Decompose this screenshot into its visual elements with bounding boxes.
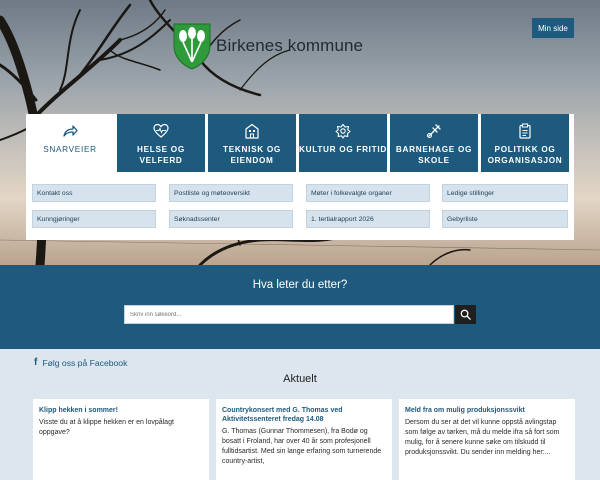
shortcut-links: Kontakt oss Postliste og møteoversikt Mø… bbox=[26, 172, 574, 240]
facebook-label: Følg oss på Facebook bbox=[42, 357, 128, 368]
category-tabs: SNARVEIER HELSE OG VELFERD TEKNISK OG EI… bbox=[26, 114, 574, 172]
clipboard-icon bbox=[519, 123, 531, 139]
share-arrow-icon bbox=[63, 125, 78, 137]
search-title: Hva leter du etter? bbox=[252, 279, 348, 291]
link-kontakt-oss[interactable]: Kontakt oss bbox=[32, 184, 156, 202]
tab-label: POLITIKK OG ORGANISASJON bbox=[487, 145, 563, 165]
link-postliste[interactable]: Postliste og møteoversikt bbox=[169, 184, 293, 202]
link-kunngjoringer[interactable]: Kunngjøringer bbox=[32, 210, 156, 228]
tab-label: KULTUR OG FRITID bbox=[299, 145, 387, 154]
search-icon bbox=[460, 309, 471, 320]
navigation-panel: SNARVEIER HELSE OG VELFERD TEKNISK OG EI… bbox=[26, 114, 574, 240]
coat-of-arms-icon bbox=[173, 23, 211, 70]
news-card-title[interactable]: Countrykonsert med G. Thomas ved Aktivit… bbox=[222, 406, 386, 424]
logo-text: Birkenes kommune bbox=[216, 36, 364, 55]
heart-pulse-icon bbox=[153, 123, 169, 138]
link-ledige-stillinger[interactable]: Ledige stillinger bbox=[442, 184, 568, 202]
tab-label: TEKNISK OG EIENDOM bbox=[223, 145, 281, 165]
tab-politikk-og-organisasjon[interactable]: POLITIKK OG ORGANISASJON bbox=[481, 114, 569, 172]
tab-helse-og-velferd[interactable]: HELSE OG VELFERD bbox=[117, 114, 205, 172]
tab-teknisk-og-eiendom[interactable]: TEKNISK OG EIENDOM bbox=[208, 114, 296, 172]
news-heading: Aktuelt bbox=[283, 373, 317, 385]
tab-label: HELSE OG VELFERD bbox=[137, 145, 185, 165]
building-icon bbox=[245, 123, 259, 139]
toy-icon bbox=[426, 124, 441, 139]
link-soknadssenter[interactable]: Søknadssenter bbox=[169, 210, 293, 228]
news-card-title[interactable]: Meld fra om mulig produksjonssvikt bbox=[405, 406, 569, 415]
facebook-icon: f bbox=[34, 357, 38, 368]
search-input[interactable] bbox=[124, 305, 454, 324]
tab-kultur-og-fritid[interactable]: KULTUR OG FRITID bbox=[299, 114, 387, 172]
news-card-body: Visste du at å klippe hekken er en lovpå… bbox=[39, 419, 174, 436]
tab-snarveier[interactable]: SNARVEIER bbox=[26, 114, 114, 172]
news-card[interactable]: Klipp hekken i sommer! Visste du at å kl… bbox=[33, 399, 209, 480]
tab-barnehage-og-skole[interactable]: BARNEHAGE OG SKOLE bbox=[390, 114, 478, 172]
news-card[interactable]: Meld fra om mulig produksjonssvikt Derso… bbox=[399, 399, 575, 480]
news-card-title[interactable]: Klipp hekken i sommer! bbox=[39, 406, 203, 415]
news-card[interactable]: Countrykonsert med G. Thomas ved Aktivit… bbox=[216, 399, 392, 480]
municipality-logo[interactable]: Birkenes kommune bbox=[172, 22, 363, 70]
tab-label: BARNEHAGE OG SKOLE bbox=[395, 145, 473, 165]
link-moter-folkevalgte[interactable]: Møter i folkevalgte organer bbox=[306, 184, 430, 202]
news-card-body: Dersom du ser at det vil kunne oppstå av… bbox=[405, 419, 560, 456]
link-tertialrapport[interactable]: 1. tertialrapport 2026 bbox=[306, 210, 430, 228]
flower-icon bbox=[335, 123, 351, 139]
link-gebyrliste[interactable]: Gebyrliste bbox=[442, 210, 568, 228]
search-section: Hva leter du etter? bbox=[0, 265, 600, 349]
news-card-body: G. Thomas (Gunnar Thommesen), fra Bodø o… bbox=[222, 428, 382, 465]
search-button[interactable] bbox=[455, 305, 476, 324]
facebook-link[interactable]: f Følg oss på Facebook bbox=[34, 357, 127, 368]
tab-label: SNARVEIER bbox=[43, 145, 97, 154]
min-side-button[interactable]: Min side bbox=[532, 18, 574, 38]
